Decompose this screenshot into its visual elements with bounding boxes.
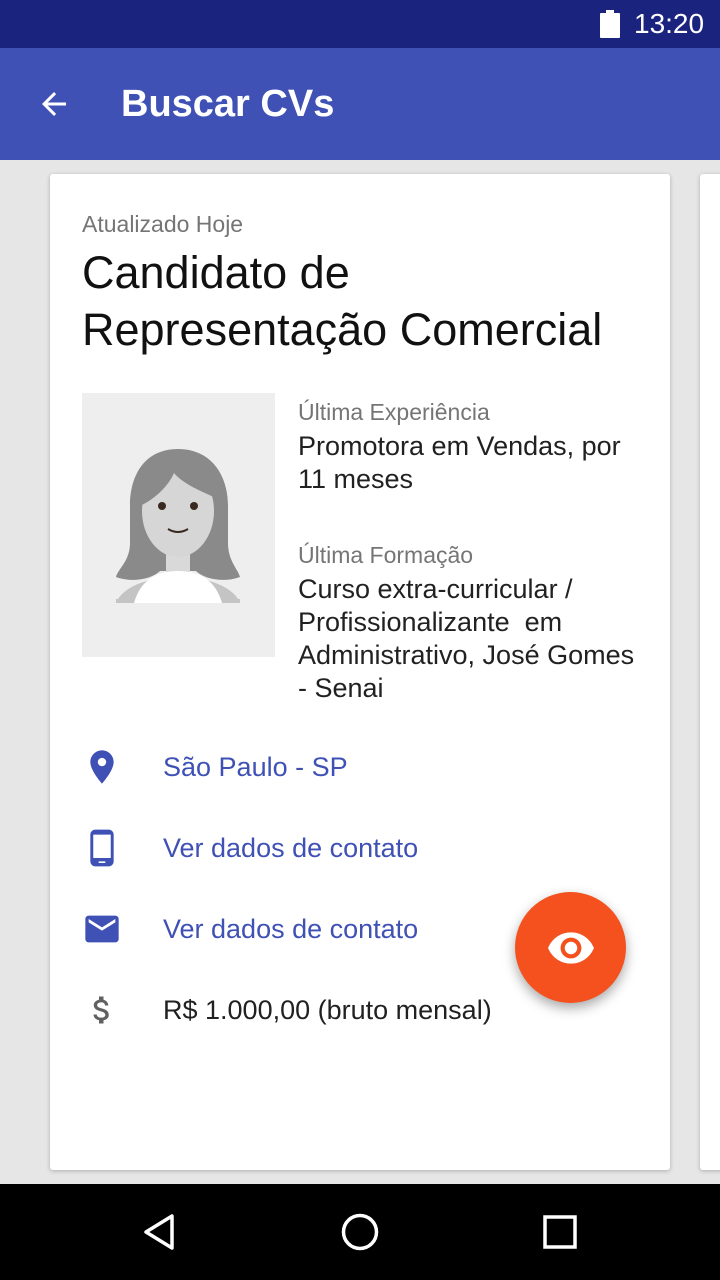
last-experience-label: Última Experiência (298, 399, 490, 425)
phone-row[interactable]: Ver dados de contato (82, 818, 642, 878)
last-education-label: Última Formação (298, 542, 474, 568)
female-avatar-icon (116, 449, 240, 603)
cv-title: Candidato de Representação Comercial (82, 247, 603, 355)
nav-recents-button[interactable] (530, 1202, 590, 1262)
salary-text: R$ 1.000,00 (bruto mensal) (163, 995, 492, 1025)
last-experience-value: Promotora em Vendas, por 11 meses (298, 431, 629, 494)
nav-home-button[interactable] (330, 1202, 390, 1262)
page-title: Buscar CVs (121, 83, 335, 125)
location-pin-icon (82, 737, 122, 797)
phone-icon (82, 818, 122, 878)
content-area: Atualizado Hoje Candidato de Representaç… (0, 160, 720, 1184)
candidate-photo (82, 393, 275, 657)
app-bar: Buscar CVs (0, 48, 720, 160)
email-icon (82, 899, 122, 959)
eye-icon (547, 931, 594, 964)
email-contact-link[interactable]: Ver dados de contato (163, 913, 418, 945)
dollar-icon (82, 980, 122, 1040)
system-nav-bar (0, 1184, 720, 1280)
nav-back-triangle-icon (144, 1214, 174, 1250)
status-clock: 13:20 (634, 8, 705, 39)
view-cv-fab[interactable] (515, 892, 626, 1003)
nav-recents-square-icon (543, 1215, 577, 1249)
back-button[interactable] (28, 80, 80, 128)
location-row[interactable]: São Paulo - SP (82, 737, 642, 797)
nav-back-button[interactable] (130, 1202, 190, 1262)
location-link[interactable]: São Paulo - SP (163, 751, 348, 783)
phone-contact-link[interactable]: Ver dados de contato (163, 832, 418, 864)
nav-home-circle-icon (341, 1213, 379, 1251)
status-bar: 13:20 (0, 0, 720, 48)
cv-card[interactable]: Atualizado Hoje Candidato de Representaç… (50, 174, 670, 1170)
updated-label: Atualizado Hoje (82, 211, 244, 237)
arrow-back-icon (42, 92, 66, 116)
last-education-value: Curso extra-curricular / Profissionaliza… (298, 574, 642, 703)
battery-full-icon (600, 10, 620, 38)
next-card-peek[interactable] (700, 174, 720, 1170)
